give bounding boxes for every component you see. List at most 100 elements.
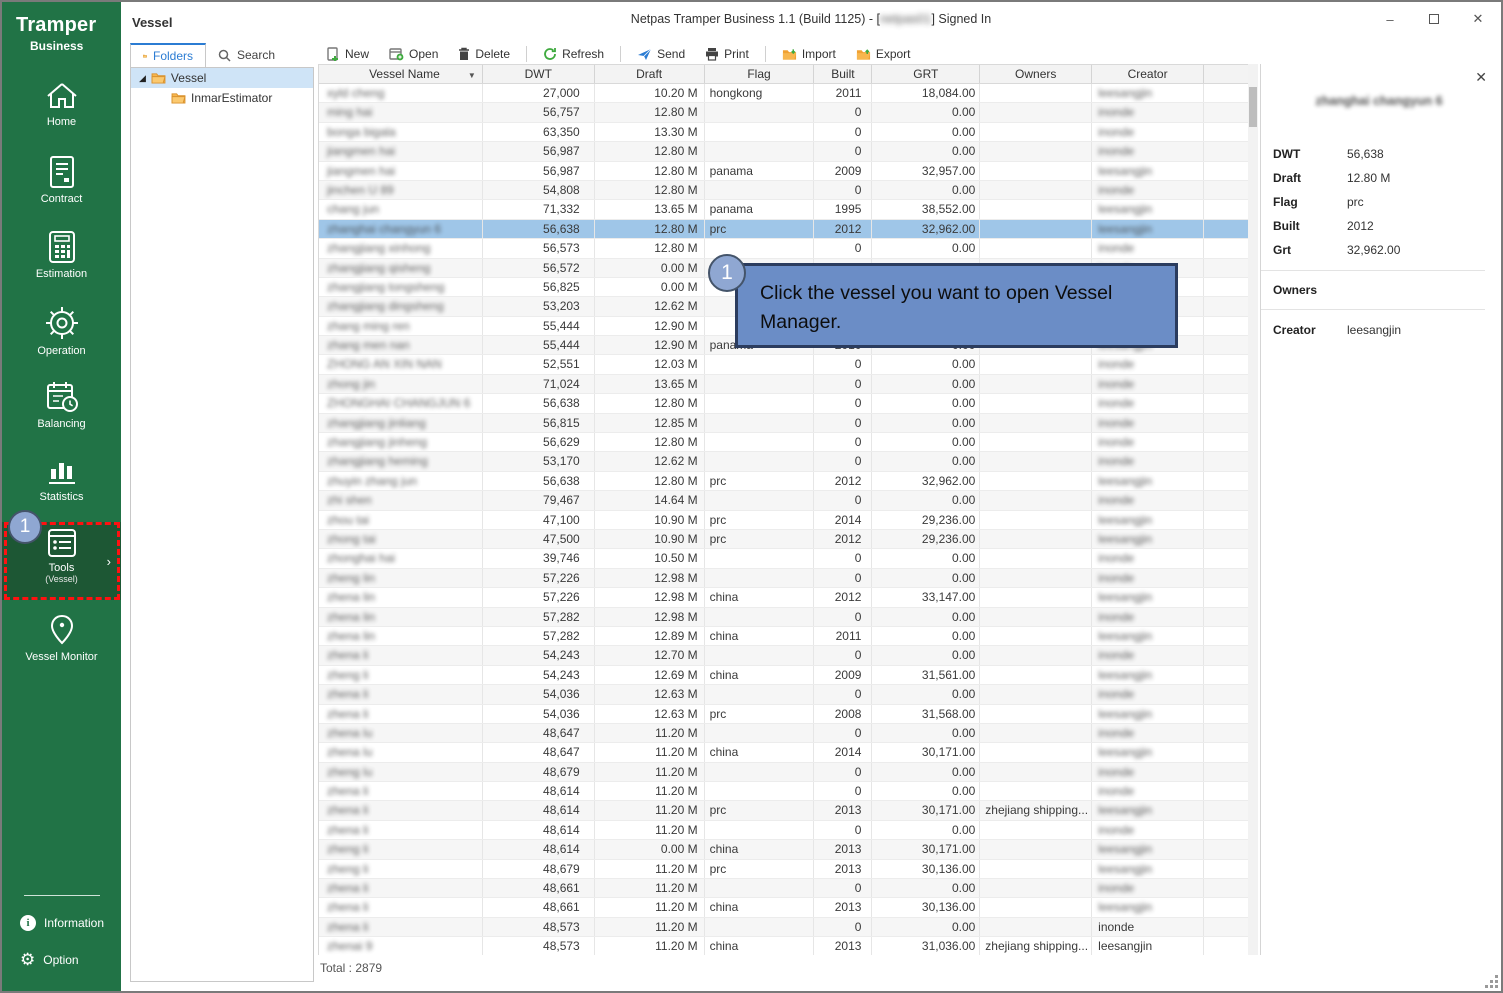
cell-dwt: 48,661 bbox=[483, 879, 595, 897]
cell-vessel-name: zhena lu bbox=[319, 743, 483, 761]
send-button[interactable]: Send bbox=[629, 44, 693, 64]
table-row[interactable]: jiangmen hai 56,987 12.80 M 0 0.00 inond… bbox=[319, 142, 1250, 161]
table-row[interactable]: zhangjiang jinliang 56,815 12.85 M 0 0.0… bbox=[319, 414, 1250, 433]
table-row[interactable]: chang jun 71,332 13.65 M panama 1995 38,… bbox=[319, 200, 1250, 219]
table-row[interactable]: jinchen U 89 54,808 12.80 M 0 0.00 inond… bbox=[319, 181, 1250, 200]
table-row[interactable]: ZHONGHAI CHANGJUN 6 56,638 12.80 M 0 0.0… bbox=[319, 394, 1250, 413]
column-header-grt[interactable]: GRT bbox=[872, 65, 980, 83]
table-row[interactable]: zhangjiang heming 53,170 12.62 M 0 0.00 … bbox=[319, 452, 1250, 471]
cell-flag bbox=[705, 763, 815, 781]
tab-search[interactable]: Search bbox=[206, 43, 287, 67]
table-row[interactable]: jiangmen hai 56,987 12.80 M panama 2009 … bbox=[319, 162, 1250, 181]
sidebar-item-home[interactable]: Home bbox=[2, 74, 121, 150]
cell-flag: prc bbox=[705, 511, 815, 529]
column-header-vessel-name[interactable]: Vessel Name▼ bbox=[319, 65, 483, 83]
table-row[interactable]: zhena lu 48,647 11.20 M china 2014 30,17… bbox=[319, 743, 1250, 762]
cell-owners bbox=[980, 355, 1092, 373]
table-row[interactable]: zheng lin 57,226 12.98 M 0 0.00 inonde bbox=[319, 569, 1250, 588]
table-row[interactable]: zhena lu 48,647 11.20 M 0 0.00 inonde bbox=[319, 724, 1250, 743]
cell-grt: 0.00 bbox=[872, 821, 980, 839]
sidebar-item-option[interactable]: ⚙ Option bbox=[20, 949, 79, 971]
export-button[interactable]: Export bbox=[848, 44, 919, 64]
tree-node-inmarestimator[interactable]: InmarEstimator bbox=[131, 88, 313, 108]
maximize-button[interactable] bbox=[1419, 6, 1449, 32]
table-row[interactable]: zhena li 48,573 11.20 M 0 0.00 inonde bbox=[319, 918, 1250, 937]
table-row[interactable]: zheng li 48,614 0.00 M china 2013 30,171… bbox=[319, 840, 1250, 859]
refresh-button[interactable]: Refresh bbox=[535, 44, 612, 64]
toolbar-separator bbox=[765, 46, 766, 62]
expand-icon[interactable]: ◢ bbox=[139, 73, 146, 84]
table-row[interactable]: zhena li 54,036 12.63 M 0 0.00 inonde bbox=[319, 685, 1250, 704]
sidebar-item-vessel-monitor[interactable]: Vessel Monitor bbox=[2, 607, 121, 683]
table-row[interactable]: zhena li 48,661 11.20 M china 2013 30,13… bbox=[319, 898, 1250, 917]
table-row[interactable]: zhanghai changyun 6 56,638 12.80 M prc 2… bbox=[319, 220, 1250, 239]
print-button[interactable]: Print bbox=[697, 44, 757, 64]
cell-owners bbox=[980, 433, 1092, 451]
cell-owners bbox=[980, 511, 1092, 529]
cell-creator: inonde bbox=[1092, 763, 1204, 781]
delete-button[interactable]: Delete bbox=[450, 44, 518, 64]
table-row[interactable]: zhonghai hai 39,746 10.50 M 0 0.00 inond… bbox=[319, 549, 1250, 568]
table-row[interactable]: zhena lin 57,282 12.98 M 0 0.00 inonde bbox=[319, 608, 1250, 627]
table-row[interactable]: zhena li 54,243 12.70 M 0 0.00 inonde bbox=[319, 646, 1250, 665]
table-row[interactable]: zhong tai 47,500 10.90 M prc 2012 29,236… bbox=[319, 530, 1250, 549]
table-row[interactable]: zhena li 54,036 12.63 M prc 2008 31,568.… bbox=[319, 705, 1250, 724]
table-row[interactable]: xyld cheng 27,000 10.20 M hongkong 2011 … bbox=[319, 84, 1250, 103]
sidebar-item-balancing[interactable]: Balancing bbox=[2, 374, 121, 450]
table-row[interactable]: zhenai 9 48,573 11.20 M china 2013 31,03… bbox=[319, 937, 1250, 955]
column-header-creator[interactable]: Creator bbox=[1092, 65, 1204, 83]
cell-blank bbox=[1204, 918, 1250, 936]
resize-grip-icon[interactable] bbox=[1486, 976, 1498, 988]
cell-dwt: 63,350 bbox=[483, 123, 595, 141]
cell-draft: 10.90 M bbox=[595, 511, 705, 529]
table-row[interactable]: zhena li 48,614 11.20 M 0 0.00 inonde bbox=[319, 821, 1250, 840]
cell-vessel-name: zheng lin bbox=[319, 569, 483, 587]
close-button[interactable]: ✕ bbox=[1463, 6, 1493, 32]
table-row[interactable]: zhangjiang xinhong 56,573 12.80 M 0 0.00… bbox=[319, 239, 1250, 258]
minimize-button[interactable]: – bbox=[1375, 6, 1405, 32]
cell-grt: 32,962.00 bbox=[872, 472, 980, 490]
column-header-blank bbox=[1204, 65, 1250, 83]
table-row[interactable]: ming hai 56,757 12.80 M 0 0.00 inonde bbox=[319, 103, 1250, 122]
column-header-owners[interactable]: Owners bbox=[980, 65, 1092, 83]
table-row[interactable]: zhuyin zhang jun 56,638 12.80 M prc 2012… bbox=[319, 472, 1250, 491]
table-row[interactable]: zhena lin 57,226 12.98 M china 2012 33,1… bbox=[319, 588, 1250, 607]
table-row[interactable]: zheng lu 48,679 11.20 M 0 0.00 inonde bbox=[319, 763, 1250, 782]
import-button[interactable]: Import bbox=[774, 44, 844, 64]
sidebar-item-operation[interactable]: Operation bbox=[2, 299, 121, 375]
table-row[interactable]: zhena li 48,614 11.20 M prc 2013 30,171.… bbox=[319, 801, 1250, 820]
table-row[interactable]: zhena li 48,614 11.20 M 0 0.00 inonde bbox=[319, 782, 1250, 801]
column-header-flag[interactable]: Flag bbox=[705, 65, 815, 83]
tab-label: Folders bbox=[153, 49, 193, 63]
column-header-built[interactable]: Built bbox=[814, 65, 872, 83]
cell-owners bbox=[980, 162, 1092, 180]
table-row[interactable]: ZHONG AN XIN NAN 52,551 12.03 M 0 0.00 i… bbox=[319, 355, 1250, 374]
folder-panel: Folders Search ◢ Vessel InmarEstimator bbox=[130, 43, 314, 982]
open-button[interactable]: Open bbox=[381, 44, 446, 64]
table-row[interactable]: bonga bigala 63,350 13.30 M 0 0.00 inond… bbox=[319, 123, 1250, 142]
cell-dwt: 27,000 bbox=[483, 84, 595, 102]
scrollbar-thumb[interactable] bbox=[1249, 87, 1257, 127]
sidebar-item-contract[interactable]: Contract bbox=[2, 149, 121, 225]
new-button[interactable]: New bbox=[318, 44, 377, 64]
table-row[interactable]: zhena lin 57,282 12.89 M china 2011 0.00… bbox=[319, 627, 1250, 646]
table-row[interactable]: zhi shen 79,467 14.64 M 0 0.00 inonde bbox=[319, 491, 1250, 510]
cell-dwt: 48,614 bbox=[483, 821, 595, 839]
table-row[interactable]: zheng li 54,243 12.69 M china 2009 31,56… bbox=[319, 666, 1250, 685]
table-row[interactable]: zhong jin 71,024 13.65 M 0 0.00 inonde bbox=[319, 375, 1250, 394]
cell-dwt: 55,444 bbox=[483, 317, 595, 335]
close-panel-icon[interactable]: ✕ bbox=[1475, 69, 1487, 86]
sidebar-item-information[interactable]: i Information bbox=[20, 912, 104, 934]
column-header-dwt[interactable]: DWT bbox=[483, 65, 595, 83]
table-row[interactable]: zhou tai 47,100 10.90 M prc 2014 29,236.… bbox=[319, 511, 1250, 530]
table-row[interactable]: zhena li 48,661 11.20 M 0 0.00 inonde bbox=[319, 879, 1250, 898]
table-row[interactable]: zhangjiang jinheng 56,629 12.80 M 0 0.00… bbox=[319, 433, 1250, 452]
cell-creator: inonde bbox=[1092, 433, 1204, 451]
tab-folders[interactable]: Folders bbox=[130, 43, 206, 67]
column-header-draft[interactable]: Draft bbox=[595, 65, 705, 83]
table-row[interactable]: zheng li 48,679 11.20 M prc 2013 30,136.… bbox=[319, 860, 1250, 879]
tree-node-vessel[interactable]: ◢ Vessel bbox=[131, 68, 313, 88]
sidebar-item-estimation[interactable]: Estimation bbox=[2, 224, 121, 300]
cell-grt: 0.00 bbox=[872, 782, 980, 800]
table-scrollbar[interactable] bbox=[1248, 64, 1258, 955]
